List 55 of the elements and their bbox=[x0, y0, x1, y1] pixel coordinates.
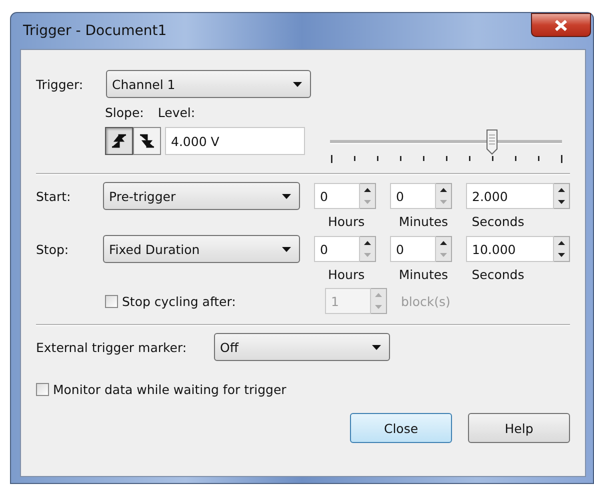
dialog-button[interactable]: Close bbox=[350, 413, 452, 443]
close-button[interactable] bbox=[531, 13, 591, 37]
number-field[interactable]: 0 bbox=[314, 183, 360, 209]
spin-buttons[interactable] bbox=[554, 183, 570, 209]
spin-buttons[interactable] bbox=[360, 183, 376, 209]
row-label: Stop: bbox=[36, 242, 70, 256]
spin-buttons[interactable] bbox=[436, 236, 452, 262]
spin-buttons[interactable] bbox=[554, 236, 570, 262]
dropdown[interactable]: Channel 1 bbox=[106, 70, 311, 98]
row-label: Start: bbox=[36, 188, 72, 204]
dropdown[interactable]: Fixed Duration bbox=[103, 235, 300, 263]
trigger-label: Trigger: bbox=[36, 76, 84, 92]
dropdown[interactable]: Off bbox=[214, 333, 390, 361]
number-field[interactable]: 10.000 bbox=[466, 236, 554, 262]
up-arrow-icon[interactable] bbox=[440, 188, 447, 192]
checkbox-label: Monitor data while waiting for trigger bbox=[53, 382, 286, 397]
caret-icon bbox=[282, 246, 291, 252]
falling-edge-icon bbox=[139, 133, 155, 149]
unit-label: Minutes bbox=[398, 214, 448, 229]
down-arrow-icon[interactable] bbox=[558, 253, 565, 257]
unit-label: Seconds bbox=[472, 267, 524, 282]
dialog-button[interactable]: Help bbox=[468, 413, 570, 443]
down-arrow-icon[interactable] bbox=[558, 200, 565, 204]
slope-button[interactable] bbox=[133, 127, 161, 155]
checkbox[interactable] bbox=[36, 383, 49, 396]
unit-label: Minutes bbox=[398, 267, 448, 282]
level-field[interactable]: 4.000 V bbox=[165, 127, 305, 155]
slope-label: Slope: bbox=[105, 105, 144, 121]
up-arrow-icon[interactable] bbox=[558, 188, 565, 192]
marker-label: External trigger marker: bbox=[36, 340, 188, 354]
slider-thumb[interactable] bbox=[486, 129, 498, 155]
caret-icon bbox=[372, 344, 381, 350]
up-arrow-icon[interactable] bbox=[364, 188, 371, 192]
number-field[interactable]: 0 bbox=[314, 236, 360, 262]
up-arrow-icon[interactable] bbox=[558, 241, 565, 245]
dropdown[interactable]: Pre-trigger bbox=[103, 182, 300, 210]
level-label: Level: bbox=[158, 105, 196, 121]
number-field[interactable]: 0 bbox=[390, 183, 436, 209]
up-arrow-icon[interactable] bbox=[364, 241, 371, 245]
window-title: Trigger - Document1 bbox=[23, 23, 167, 39]
spin-buttons[interactable] bbox=[360, 236, 376, 262]
unit-label: Hours bbox=[328, 214, 365, 229]
spin-buttons[interactable] bbox=[436, 183, 452, 209]
checkbox-label: Stop cycling after: bbox=[122, 294, 236, 308]
up-arrow-icon[interactable] bbox=[440, 241, 447, 245]
unit-label: block(s) bbox=[401, 294, 450, 308]
caret-icon bbox=[293, 82, 302, 86]
rising-edge-icon bbox=[111, 133, 127, 149]
number-field[interactable]: 2.000 bbox=[466, 183, 554, 209]
unit-label: Seconds bbox=[472, 214, 524, 229]
slope-button[interactable] bbox=[105, 127, 133, 155]
unit-label: Hours bbox=[328, 267, 365, 282]
number-field[interactable]: 0 bbox=[390, 236, 436, 262]
caret-icon bbox=[282, 194, 291, 198]
close-icon bbox=[554, 20, 568, 30]
